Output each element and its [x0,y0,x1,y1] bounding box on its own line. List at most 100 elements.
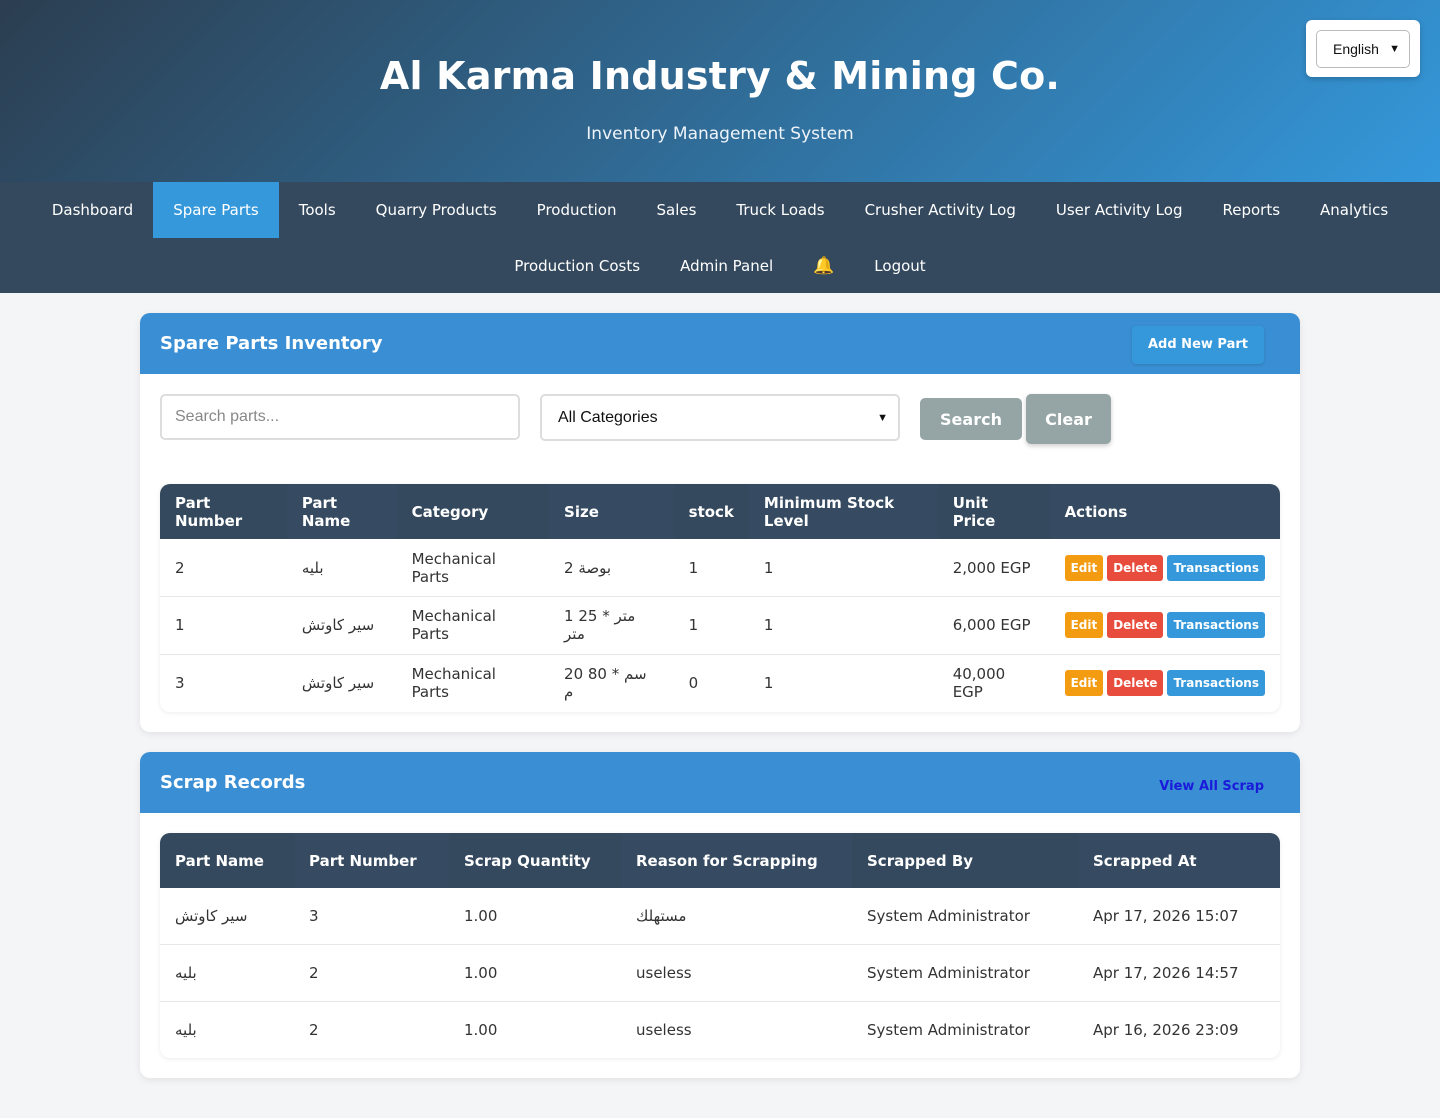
cell-size: 2 بوصة [549,539,674,597]
col-category[interactable]: Category [396,484,550,539]
nav-tools[interactable]: Tools [279,182,356,238]
category-value: All Categories [558,408,658,426]
company-title: Al Karma Industry & Mining Co. [379,54,1061,98]
spare-parts-table: Part Number Part Name Category Size stoc… [160,484,1280,712]
cell-part-name: سير كاوتش [301,674,375,692]
nav-user-activity-log[interactable]: User Activity Log [1036,182,1203,238]
col-scrapped-by[interactable]: Scrapped By [852,833,1078,888]
category-select[interactable]: All Categories ▼ [540,394,900,441]
transactions-button[interactable]: Transactions [1167,612,1265,639]
cell-min-stock: 1 [748,539,938,597]
clear-button[interactable]: Clear [1026,394,1111,444]
cell-part-name: سير كاوتش [160,888,294,945]
table-row: سير كاوتش 3 1.00 مستهلك System Administr… [160,888,1280,945]
scrap-card-header: Scrap Records View All Scrap [140,752,1300,813]
language-switcher: English ▼ [1306,20,1420,77]
col-min-stock[interactable]: Minimum Stock Level [748,484,938,539]
edit-button[interactable]: Edit [1064,670,1104,696]
system-subtitle: Inventory Management System [586,124,854,144]
cell-scrap-quantity: 1.00 [449,888,621,945]
cell-stock: 0 [688,674,699,692]
search-input[interactable] [160,394,520,440]
cell-unit-price: 40,000 EGP [952,665,1006,701]
cell-category: Mechanical Parts [396,539,550,597]
cell-unit-price: 2,000 EGP [937,539,1050,597]
cell-part-number: 2 [294,944,449,1002]
col-part-name[interactable]: Part Name [160,833,294,888]
cell-scrap-quantity: 1.00 [464,1020,498,1039]
delete-button[interactable]: Delete [1107,554,1164,581]
nav-logout[interactable]: Logout [854,238,945,294]
cell-stock: 1 [673,596,749,655]
cell-part-name: سير كاوتش [286,596,397,655]
table-row: بليه 2 1.00 useless System Administrator… [160,1001,1280,1058]
cell-part-number: 1 [160,596,287,655]
nav-notifications[interactable]: 🔔 [793,238,854,294]
col-stock[interactable]: stock [673,484,749,539]
edit-button[interactable]: Edit [1064,612,1104,639]
table-row: 3 سير كاوتش Mechanical Parts 20 سم * 80 … [160,654,1280,712]
col-part-name[interactable]: Part Name [286,484,397,539]
cell-scrapped-by: System Administrator [867,1020,1030,1039]
col-reason[interactable]: Reason for Scrapping [621,833,852,888]
col-unit-price[interactable]: Unit Price [937,484,1050,539]
bell-icon: 🔔 [813,256,835,276]
table-row: بليه 2 1.00 useless System Administrator… [160,944,1280,1002]
cell-actions: Edit Delete Transactions [1050,654,1280,712]
cell-category: Mechanical Parts [411,665,496,701]
cell-actions: Edit Delete Transactions [1049,596,1280,655]
cell-scrapped-at: Apr 16, 2026 23:09 [1093,1020,1239,1039]
cell-size: 20 سم * 80 م [564,665,647,701]
edit-button[interactable]: Edit [1064,554,1104,581]
cell-part-name: بليه [160,944,294,1002]
delete-button[interactable]: Delete [1107,670,1164,696]
nav-quarry-products[interactable]: Quarry Products [356,182,517,238]
nav-production-costs[interactable]: Production Costs [494,238,660,294]
language-select[interactable]: English ▼ [1316,29,1410,68]
col-size[interactable]: Size [549,484,674,539]
table-header-row: Part Number Part Name Category Size stoc… [160,484,1280,539]
col-part-number[interactable]: Part Number [160,484,287,539]
page-header: Al Karma Industry & Mining Co. Inventory… [0,0,1440,182]
table-row: 2 بليه Mechanical Parts 2 بوصة 1 1 2,000… [160,539,1280,597]
cell-part-number: 3 [294,888,449,945]
cell-part-name: بليه [286,539,397,597]
transactions-button[interactable]: Transactions [1167,554,1265,581]
cell-reason: useless [621,944,852,1002]
nav-dashboard[interactable]: Dashboard [32,182,153,238]
cell-part-number: 2 [160,539,287,597]
col-part-number[interactable]: Part Number [294,833,449,888]
language-value: English [1333,40,1379,57]
add-new-part-button[interactable]: Add New Part [1131,325,1264,364]
cell-reason: useless [636,1020,692,1039]
cell-min-stock: 1 [763,674,774,692]
spare-parts-card: Spare Parts Inventory Add New Part All C… [140,313,1300,732]
col-scrap-quantity[interactable]: Scrap Quantity [449,833,621,888]
nav-crusher-activity-log[interactable]: Crusher Activity Log [845,182,1036,238]
nav-reports[interactable]: Reports [1202,182,1300,238]
spare-parts-title: Spare Parts Inventory [160,333,383,354]
cell-part-number: 2 [309,1020,319,1039]
col-scrapped-at[interactable]: Scrapped At [1078,833,1280,888]
nav-admin-panel[interactable]: Admin Panel [660,238,793,294]
table-row: 1 سير كاوتش Mechanical Parts 1 متر * 25 … [160,596,1280,655]
transactions-button[interactable]: Transactions [1167,670,1265,696]
view-all-scrap-link[interactable]: View All Scrap [1159,779,1264,794]
spare-parts-card-header: Spare Parts Inventory Add New Part [140,313,1300,374]
cell-min-stock: 1 [748,596,938,655]
scrap-records-title: Scrap Records [160,772,306,793]
nav-production[interactable]: Production [517,182,637,238]
nav-row-1: Dashboard Spare Parts Tools Quarry Produ… [0,182,1440,238]
nav-spare-parts[interactable]: Spare Parts [153,182,279,238]
nav-sales[interactable]: Sales [636,182,716,238]
delete-button[interactable]: Delete [1107,612,1164,639]
nav-analytics[interactable]: Analytics [1300,182,1408,238]
nav-truck-loads[interactable]: Truck Loads [716,182,844,238]
chevron-down-icon: ▼ [1389,42,1400,55]
cell-size: 1 متر * 25 متر [549,596,674,655]
filter-bar: All Categories ▼ Search Clear [140,374,1300,484]
search-button[interactable]: Search [920,398,1022,440]
nav-row-2: Production Costs Admin Panel 🔔 Logout [0,238,1440,294]
cell-unit-price: 6,000 EGP [937,596,1050,655]
cell-scrapped-by: System Administrator [852,944,1078,1002]
